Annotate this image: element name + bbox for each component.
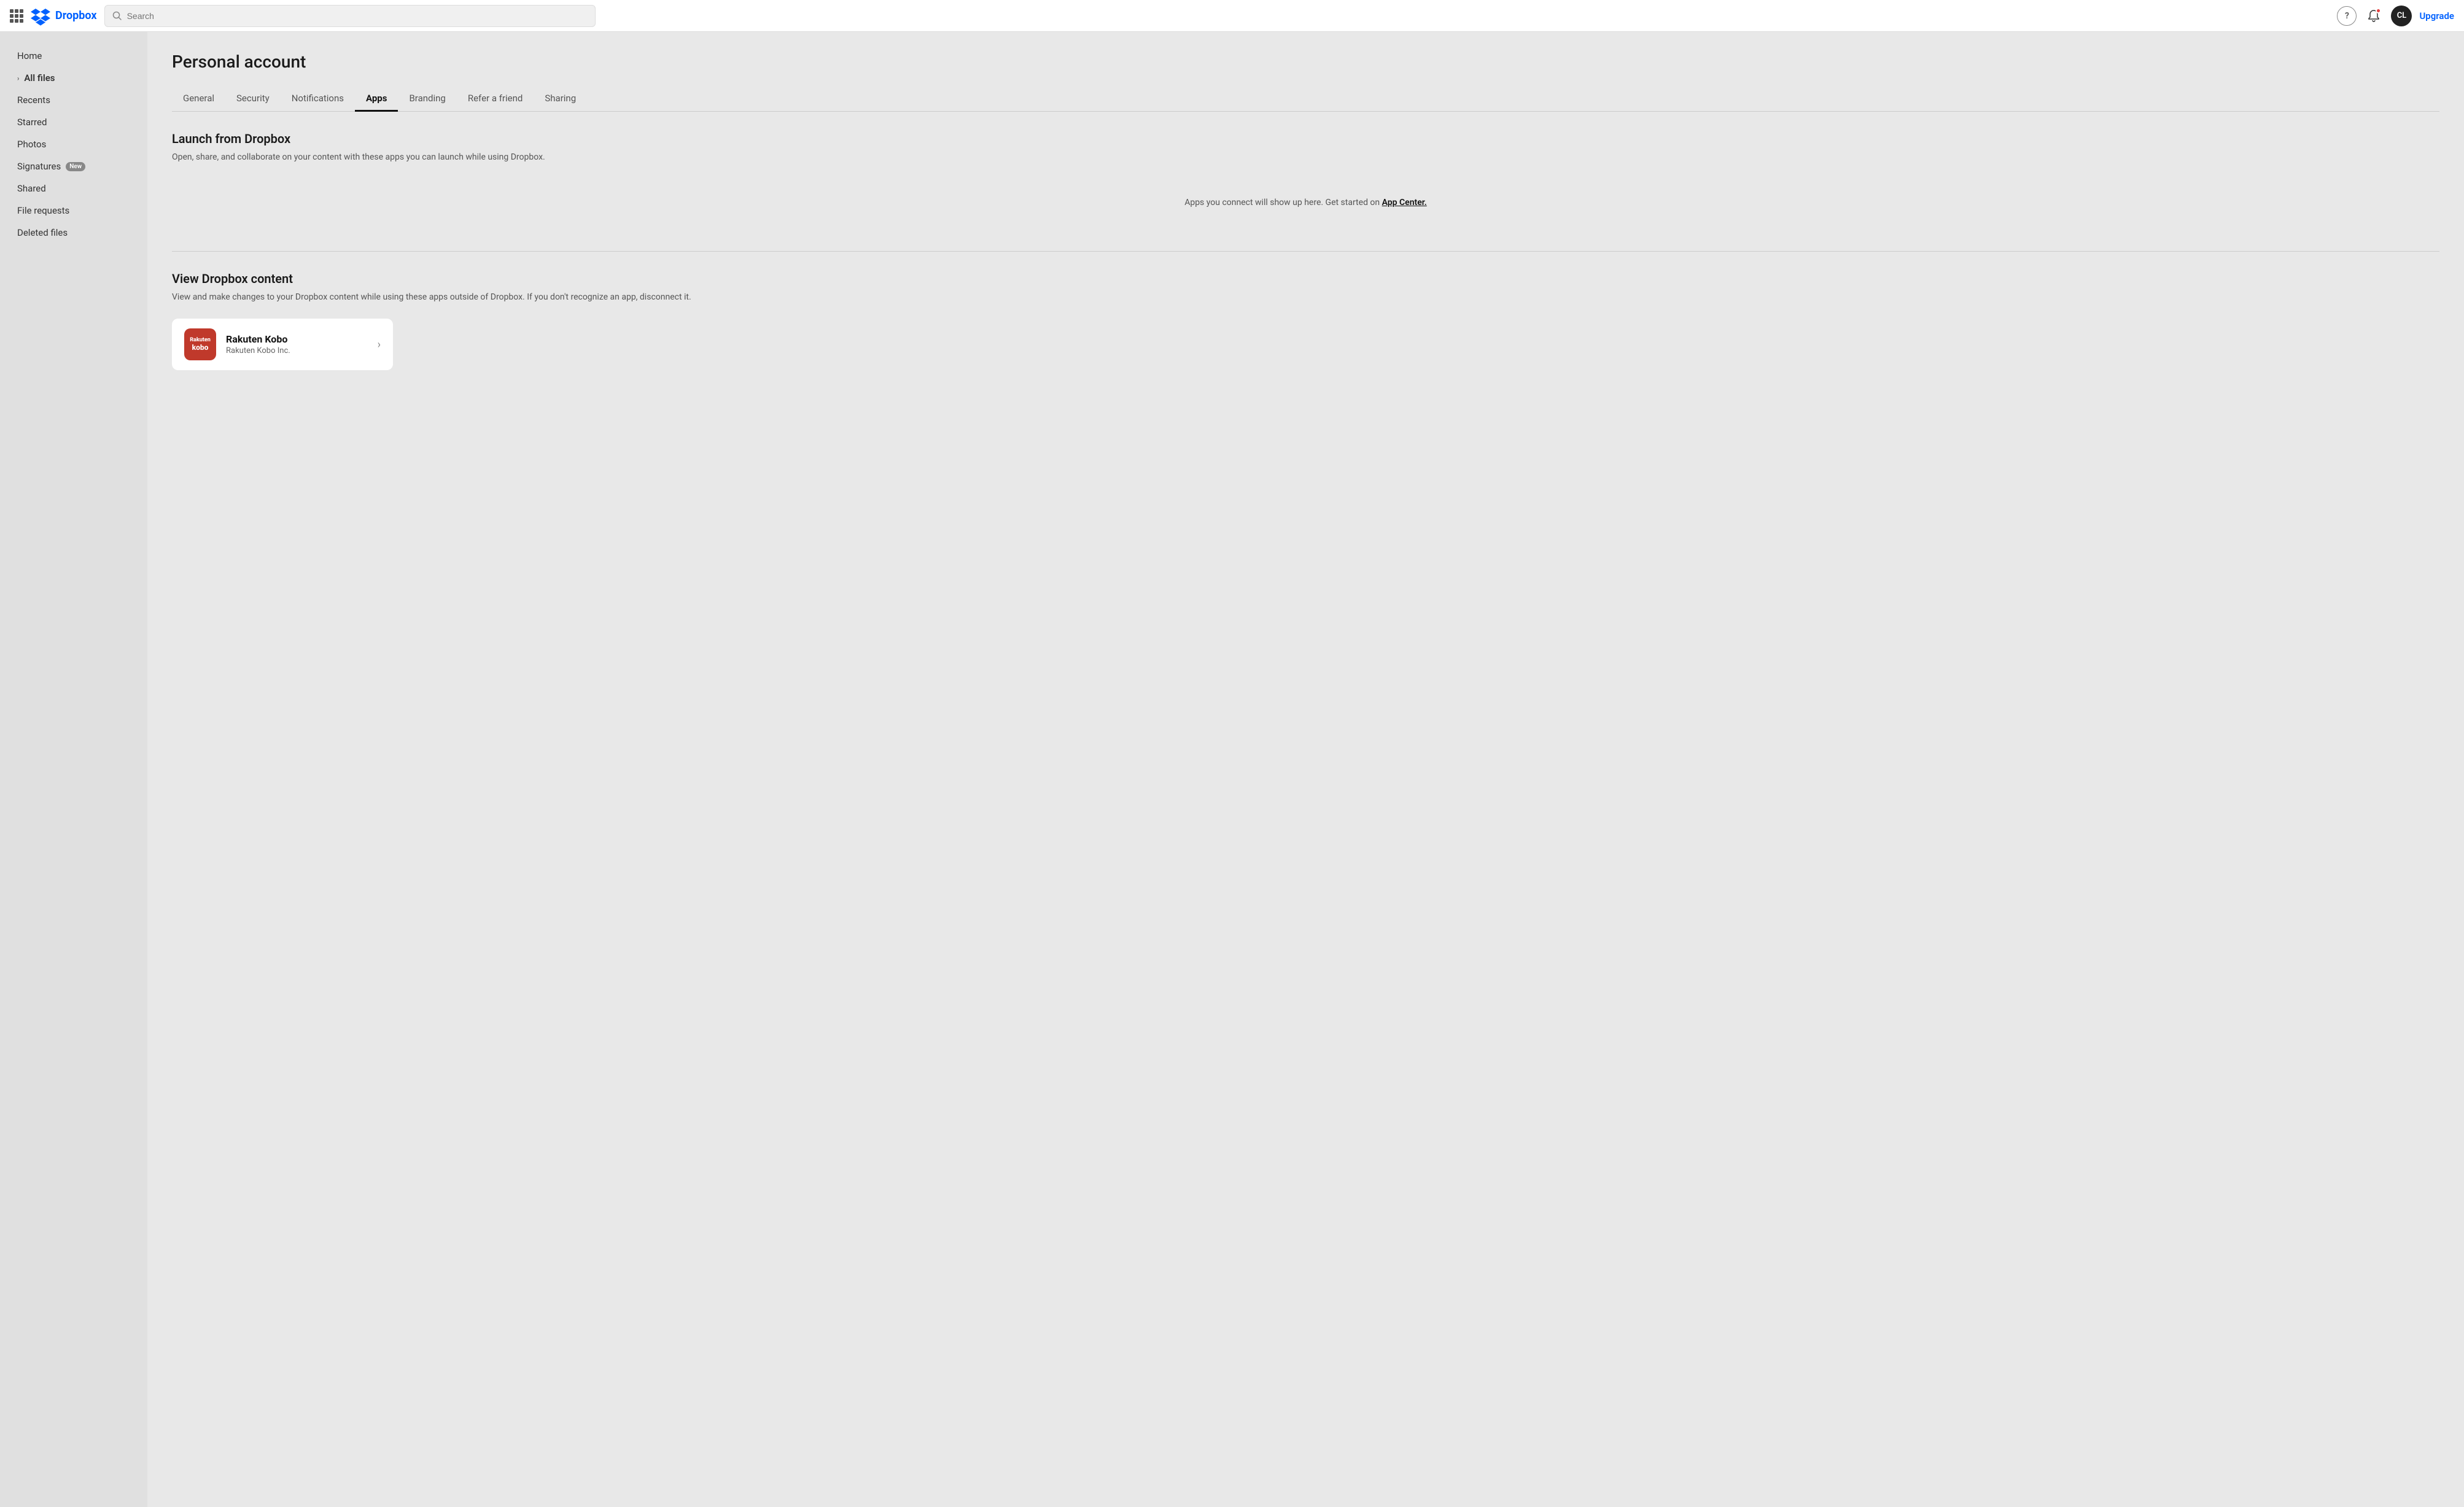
- sidebar-item-shared[interactable]: Shared: [5, 178, 142, 199]
- top-navigation: Dropbox ? CL Upgrade: [0, 0, 2464, 32]
- app-info: Rakuten Kobo Rakuten Kobo Inc.: [226, 333, 381, 355]
- sidebar-item-starred[interactable]: Starred: [5, 112, 142, 133]
- sidebar-item-label: Recents: [17, 95, 50, 106]
- badge-new: New: [66, 162, 85, 171]
- sidebar-item-signatures[interactable]: Signatures New: [5, 156, 142, 177]
- sidebar-item-label: Signatures: [17, 161, 61, 172]
- sidebar-item-deleted-files[interactable]: Deleted files: [5, 222, 142, 243]
- avatar[interactable]: CL: [2391, 6, 2412, 26]
- notifications-button[interactable]: [2364, 6, 2384, 26]
- launch-section: Launch from Dropbox Open, share, and col…: [172, 131, 2439, 227]
- main-content: Personal account GeneralSecurityNotifica…: [147, 32, 2464, 1507]
- tab-sharing[interactable]: Sharing: [534, 87, 587, 112]
- sidebar-item-photos[interactable]: Photos: [5, 134, 142, 155]
- upgrade-button[interactable]: Upgrade: [2419, 10, 2454, 21]
- sidebar-item-label: All files: [24, 72, 55, 83]
- sidebar-item-label: Deleted files: [17, 227, 68, 238]
- notification-dot: [2376, 8, 2381, 14]
- nav-right-actions: ? CL Upgrade: [2337, 6, 2454, 26]
- search-input[interactable]: [127, 11, 588, 21]
- app-center-link[interactable]: App Center.: [1382, 198, 1427, 207]
- kobo-icon-line2: kobo: [192, 344, 209, 352]
- help-button[interactable]: ?: [2337, 6, 2357, 26]
- sidebar-item-label: Starred: [17, 117, 47, 128]
- app-body: Home › All files Recents Starred Photos Signat…: [0, 32, 2464, 1507]
- kobo-app-icon: Rakuten kobo: [184, 328, 216, 360]
- tab-apps[interactable]: Apps: [355, 87, 398, 112]
- grid-menu-icon[interactable]: [10, 9, 23, 23]
- launch-section-title: Launch from Dropbox: [172, 131, 2439, 146]
- app-name: Rakuten Kobo: [226, 333, 381, 345]
- view-section: View Dropbox content View and make chang…: [172, 271, 2439, 370]
- tab-general[interactable]: General: [172, 87, 225, 112]
- tab-security[interactable]: Security: [225, 87, 281, 112]
- sidebar-item-label: File requests: [17, 205, 69, 216]
- tabs: GeneralSecurityNotificationsAppsBranding…: [172, 87, 2439, 112]
- launch-empty-state: Apps you connect will show up here. Get …: [172, 179, 2439, 227]
- dropbox-logo[interactable]: Dropbox: [31, 6, 97, 26]
- tab-refer[interactable]: Refer a friend: [457, 87, 534, 112]
- view-section-desc: View and make changes to your Dropbox co…: [172, 291, 725, 304]
- rakuten-kobo-card[interactable]: Rakuten kobo Rakuten Kobo Rakuten Kobo I…: [172, 319, 393, 370]
- empty-state-prefix: Apps you connect will show up here. Get …: [1184, 198, 1382, 207]
- sidebar-item-label: Shared: [17, 183, 46, 194]
- sidebar: Home › All files Recents Starred Photos Signat…: [0, 32, 147, 1507]
- sidebar-item-file-requests[interactable]: File requests: [5, 200, 142, 221]
- tab-notifications[interactable]: Notifications: [281, 87, 355, 112]
- launch-section-desc: Open, share, and collaborate on your con…: [172, 151, 2439, 164]
- app-company: Rakuten Kobo Inc.: [226, 346, 381, 355]
- dropbox-logo-icon: [31, 6, 50, 26]
- search-bar[interactable]: [104, 5, 596, 27]
- view-section-title: View Dropbox content: [172, 271, 2439, 286]
- sidebar-item-recents[interactable]: Recents: [5, 90, 142, 110]
- section-divider: [172, 251, 2439, 252]
- sidebar-item-all-files[interactable]: › All files: [5, 68, 142, 88]
- search-icon: [112, 11, 122, 21]
- sidebar-item-label: Home: [17, 50, 42, 61]
- tab-branding[interactable]: Branding: [398, 87, 456, 112]
- page-title: Personal account: [172, 52, 2439, 72]
- sidebar-item-label: Photos: [17, 139, 46, 150]
- chevron-right-icon: ›: [378, 338, 381, 351]
- sidebar-item-home[interactable]: Home: [5, 45, 142, 66]
- logo-text: Dropbox: [55, 9, 97, 22]
- chevron-icon: ›: [17, 74, 19, 82]
